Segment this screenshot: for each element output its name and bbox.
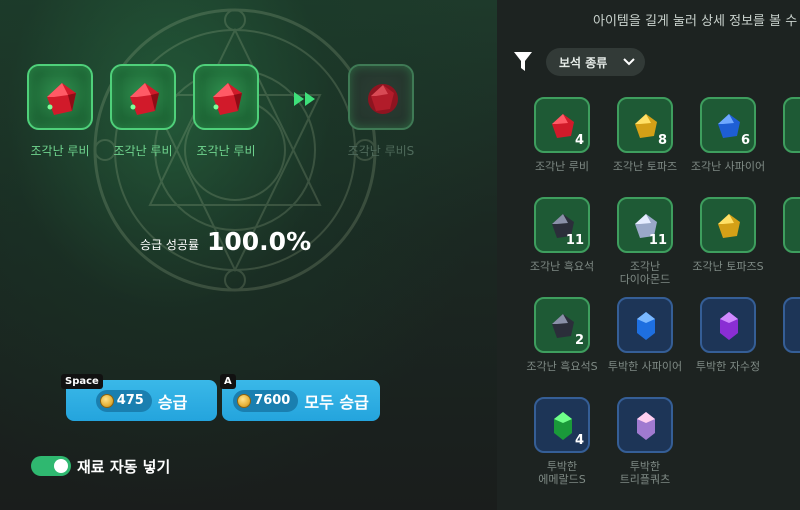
upgrade-all-button[interactable]: 7600 모두 승급 — [222, 380, 380, 421]
inventory-item-label: 조각 — [768, 160, 800, 173]
inventory-item[interactable] — [617, 397, 673, 453]
coin-icon — [99, 393, 114, 408]
sapphire-icon — [718, 114, 740, 138]
material-label-3: 조각난 루비 — [196, 144, 256, 158]
inventory-item-label: 조 사 — [768, 260, 800, 286]
filter-icon[interactable] — [514, 52, 532, 72]
sapphire-crystal-icon — [637, 312, 655, 340]
inventory-item[interactable] — [700, 197, 756, 253]
item-count: 2 — [574, 333, 584, 348]
inventory-item[interactable] — [783, 97, 800, 153]
inventory-item-label: 투박한 사파이어 — [607, 360, 683, 373]
material-label-1: 조각난 루비 — [30, 144, 90, 158]
inventory-item-label: 투박한 자수정 — [695, 360, 761, 373]
material-label-2: 조각난 루비 — [113, 144, 173, 158]
success-rate-value: 100.0% — [207, 227, 312, 256]
inventory-item[interactable]: 2 — [534, 297, 590, 353]
inventory-item[interactable] — [783, 197, 800, 253]
material-slot-2[interactable] — [110, 64, 176, 130]
item-count: 4 — [574, 133, 584, 148]
obsidian-icon — [552, 314, 574, 338]
inventory-item[interactable]: 4 — [534, 397, 590, 453]
inventory-item[interactable]: 11 — [617, 197, 673, 253]
inventory-item[interactable]: 11 — [534, 197, 590, 253]
inventory-panel: 아이템을 길게 눌러 상세 정보를 볼 수 보석 종류 4 조각난 루비 8 조각난 … — [497, 0, 800, 510]
auto-fill-toggle[interactable] — [31, 456, 71, 476]
amethyst-crystal-icon — [720, 312, 738, 340]
upgrade-all-cost: 7600 — [233, 389, 299, 412]
inventory-item[interactable] — [617, 297, 673, 353]
material-slot-3[interactable] — [193, 64, 259, 130]
double-arrow-icon — [294, 92, 315, 106]
quartz-crystal-icon — [637, 412, 655, 440]
inventory-item[interactable]: 8 — [617, 97, 673, 153]
success-rate-label: 승급 성공률 — [140, 238, 200, 252]
toggle-knob — [54, 459, 68, 473]
topaz-icon — [718, 214, 740, 238]
inventory-item[interactable]: 6 — [700, 97, 756, 153]
chevron-down-icon — [623, 58, 636, 66]
topaz-icon — [635, 114, 657, 138]
emerald-crystal-icon — [554, 412, 572, 440]
inventory-item-label: 조각난 루비 — [534, 160, 590, 173]
gem-type-dropdown[interactable]: 보석 종류 — [546, 48, 645, 76]
item-count: 8 — [657, 133, 667, 148]
inventory-item-label: 조각난 사파이어 — [690, 160, 766, 173]
gem-type-dropdown-label: 보석 종류 — [559, 55, 608, 70]
inventory-item-label: 조각난 흑요석S — [526, 360, 598, 373]
inventory-hint: 아이템을 길게 눌러 상세 정보를 볼 수 — [593, 14, 798, 29]
ruby-icon — [47, 83, 76, 115]
inventory-item-label: 조각난 토파즈S — [692, 260, 764, 273]
upgrade-all-button-label: 모두 승급 — [304, 392, 369, 412]
ruby-icon — [130, 83, 159, 115]
inventory-item[interactable]: 4 — [534, 97, 590, 153]
auto-fill-label: 재료 자동 넣기 — [77, 458, 171, 476]
item-count: 11 — [565, 233, 584, 248]
inventory-item[interactable] — [700, 297, 756, 353]
inventory-item-label: 조각난 흑요석 — [529, 260, 595, 273]
space-key-hint: Space — [61, 374, 103, 389]
a-key-hint: A — [220, 374, 236, 389]
item-count: 6 — [740, 133, 750, 148]
item-count: 4 — [574, 433, 584, 448]
item-count: 11 — [648, 233, 667, 248]
ruby-icon — [552, 114, 574, 138]
inventory-item-label: 조각난 토파즈 — [612, 160, 678, 173]
upgrade-panel: 조각난 루비 조각난 루비 조각난 루비 조각난 루비S 승급 성공률 100.… — [0, 0, 497, 510]
result-slot — [348, 64, 414, 130]
upgrade-button-label: 승급 — [157, 392, 188, 412]
ruby-s-icon — [368, 84, 398, 114]
coin-icon — [237, 393, 252, 408]
upgrade-cost: 475 — [95, 389, 152, 412]
ruby-icon — [213, 83, 242, 115]
upgrade-cost-value: 475 — [116, 393, 144, 408]
inventory-item-label: 투박한 트리플쿼츠 — [619, 460, 671, 486]
upgrade-all-cost-value: 7600 — [254, 393, 291, 408]
inventory-item-label: 투박한 에메랄드S — [538, 460, 586, 486]
inventory-item-label: 투박 — [768, 360, 800, 373]
inventory-item-label: 조각난 다이아몬드 — [619, 260, 671, 286]
inventory-item[interactable] — [783, 297, 800, 353]
result-label: 조각난 루비S — [347, 144, 415, 158]
material-slot-1[interactable] — [27, 64, 93, 130]
